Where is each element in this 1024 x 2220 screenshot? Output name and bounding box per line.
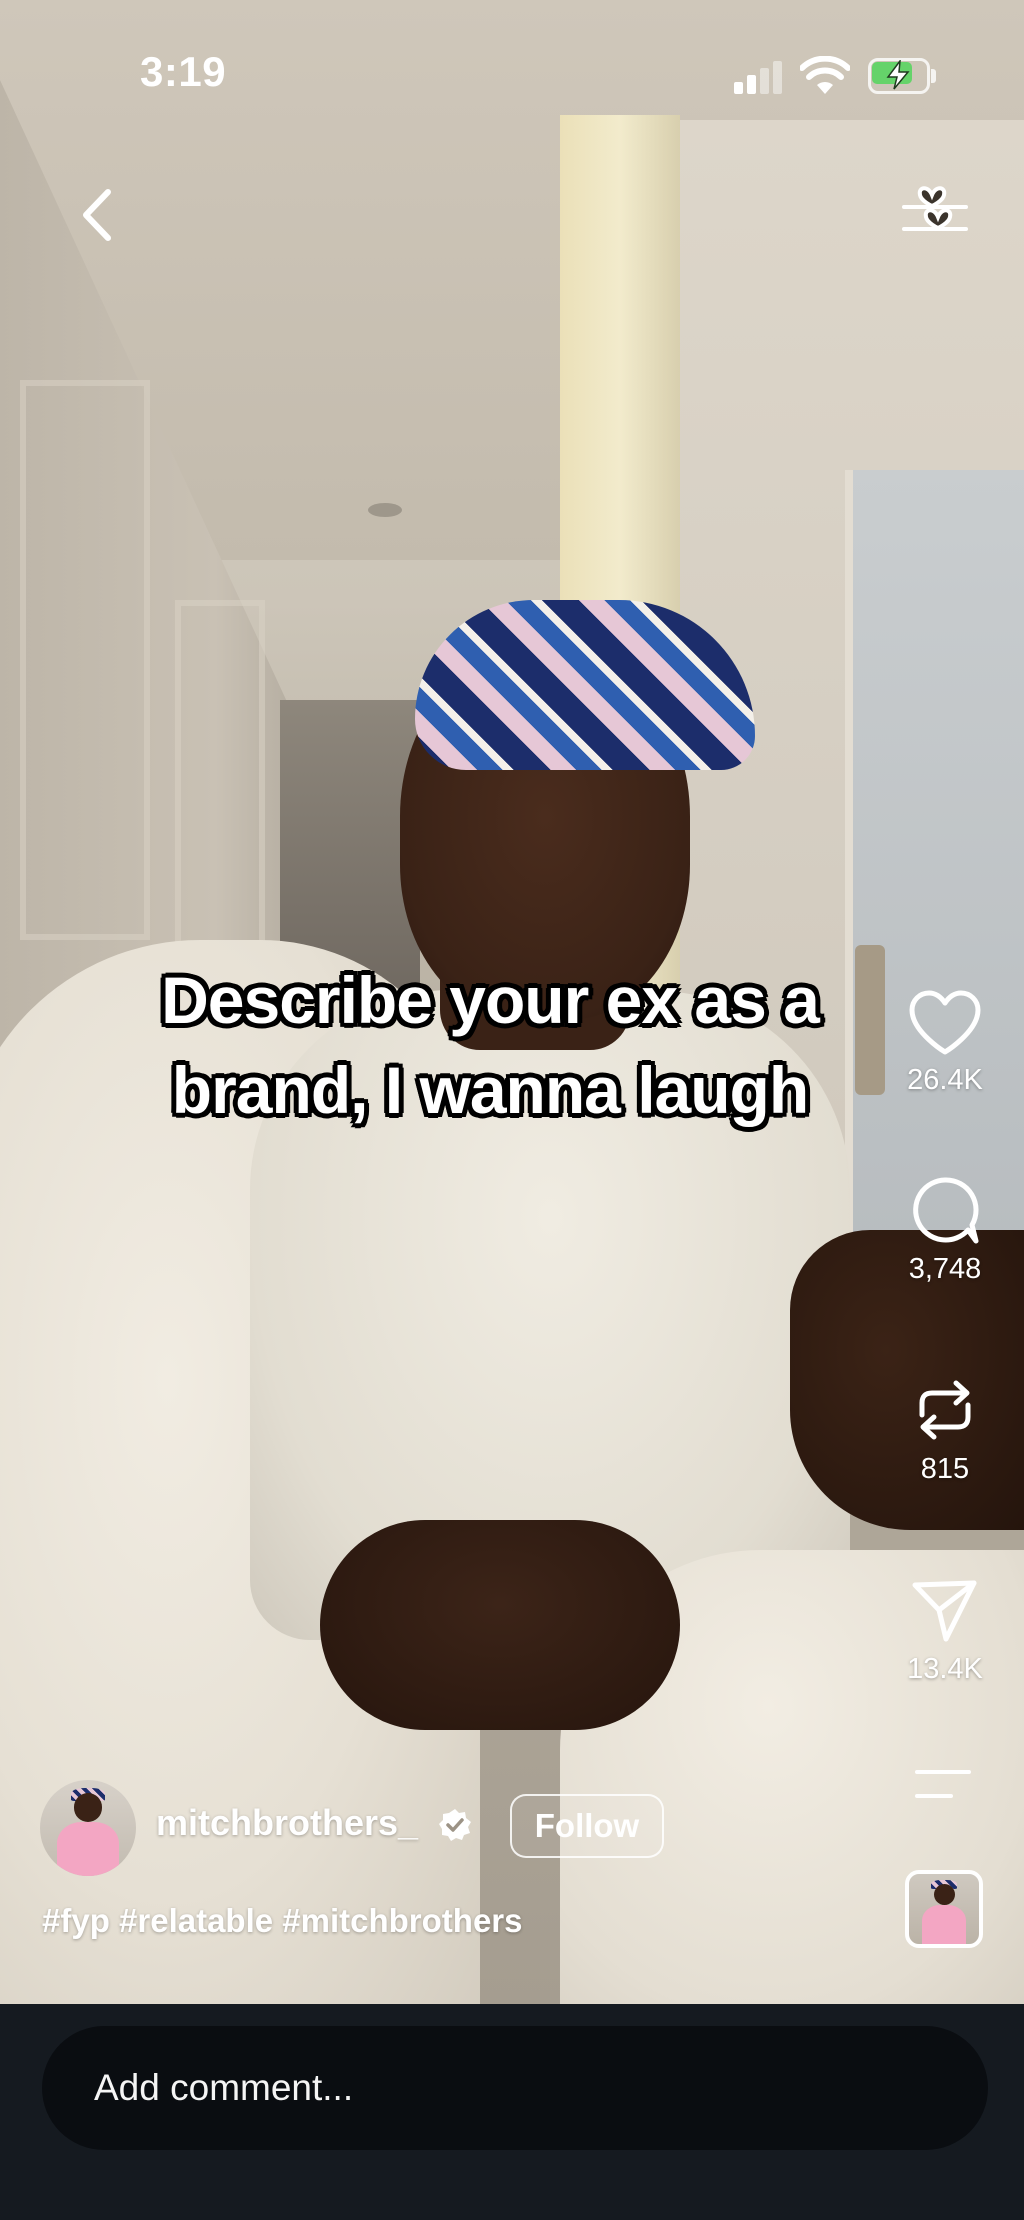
avatar[interactable] (40, 1780, 136, 1876)
thumbnail-figure-body (921, 1904, 967, 1944)
wifi-icon (800, 56, 850, 94)
back-button[interactable] (70, 180, 130, 250)
status-bar: 3:19 (0, 0, 1024, 150)
share-button[interactable]: 13.4K (890, 1575, 1000, 1686)
follow-button[interactable]: Follow (510, 1794, 664, 1858)
video-scene-wall-panel (20, 380, 150, 940)
video-scene-door (845, 470, 1024, 1290)
comment-button[interactable]: 3,748 (890, 1175, 1000, 1286)
share-count: 13.4K (907, 1653, 983, 1685)
thumbnail-figure-head (933, 1883, 955, 1905)
comment-input[interactable]: Add comment... (42, 2026, 988, 2150)
speech-bubble-icon (913, 1177, 979, 1244)
heart-icon (909, 990, 981, 1055)
author-row: mitchbrothers_ Follow (40, 1780, 760, 1880)
menu-lines-icon[interactable] (915, 1770, 971, 1800)
battery-icon (868, 58, 936, 94)
post-hashtags[interactable]: #fyp #relatable #mitchbrothers (42, 1902, 523, 1940)
comment-count: 3,748 (908, 1253, 982, 1285)
repost-count: 815 (920, 1453, 970, 1485)
username[interactable]: mitchbrothers_ (156, 1802, 418, 1844)
cellular-signal-icon (734, 60, 786, 94)
like-count: 26.4K (907, 1064, 983, 1096)
video-caption: Describe your ex as a brand, I wanna lau… (161, 963, 820, 1127)
repost-button[interactable]: 815 (890, 1375, 1000, 1486)
heart-sliders-icon[interactable] (900, 185, 970, 255)
video-scene-ceiling-light (368, 503, 402, 517)
repost-icon (919, 1380, 971, 1440)
paper-plane-icon (912, 1580, 977, 1642)
avatar-figure-head (73, 1793, 103, 1823)
charging-bolt-icon (886, 60, 910, 90)
video-scene-person-hands (320, 1520, 680, 1730)
like-button[interactable]: 26.4K (890, 990, 1000, 1097)
verified-badge-icon (439, 1809, 471, 1841)
audio-thumbnail[interactable] (905, 1870, 983, 1948)
status-time: 3:19 (140, 48, 227, 95)
avatar-figure-body (57, 1822, 119, 1876)
comment-bar: Add comment... (0, 2004, 1024, 2220)
